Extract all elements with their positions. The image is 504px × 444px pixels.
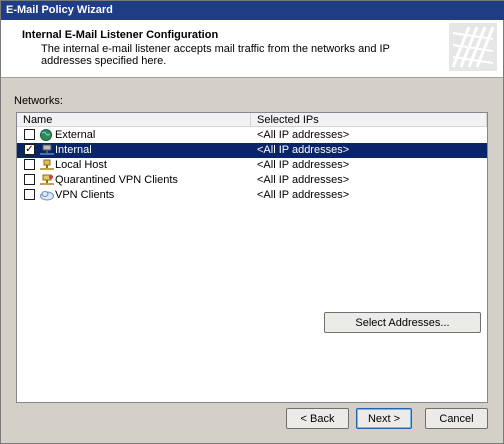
checkbox[interactable] xyxy=(24,129,35,140)
networks-list[interactable]: Name Selected IPs External <All IP addre… xyxy=(16,112,488,403)
wizard-header-graphic-icon xyxy=(449,23,497,71)
wizard-header: Internal E-Mail Listener Configuration T… xyxy=(1,20,503,78)
network-name: Local Host xyxy=(55,159,107,171)
networks-label: Networks: xyxy=(14,95,63,107)
checkbox[interactable] xyxy=(24,189,35,200)
checkbox[interactable] xyxy=(24,174,35,185)
network-selected-ips: <All IP addresses> xyxy=(257,189,350,201)
quarantine-network-icon xyxy=(40,174,54,186)
network-icon xyxy=(40,144,54,156)
network-name: External xyxy=(55,129,96,141)
page-title: Internal E-Mail Listener Configuration xyxy=(22,29,219,41)
back-button[interactable]: < Back xyxy=(286,408,349,429)
select-addresses-button[interactable]: Select Addresses... xyxy=(324,312,481,333)
network-selected-ips: <All IP addresses> xyxy=(257,159,350,171)
network-name: VPN Clients xyxy=(55,189,115,201)
network-selected-ips: <All IP addresses> xyxy=(257,129,350,141)
vpn-cloud-icon xyxy=(40,189,54,201)
window-title: E-Mail Policy Wizard xyxy=(1,1,504,20)
network-name: Internal xyxy=(55,144,92,156)
cancel-button[interactable]: Cancel xyxy=(425,408,488,429)
list-item-external[interactable]: External <All IP addresses> xyxy=(17,128,487,143)
network-selected-ips: <All IP addresses> xyxy=(257,174,350,186)
list-item-local-host[interactable]: Local Host <All IP addresses> xyxy=(17,158,487,173)
checkbox-checked[interactable]: ✓ xyxy=(24,144,35,155)
page-description: The internal e-mail listener accepts mai… xyxy=(41,43,390,67)
list-item-internal[interactable]: ✓ Internal <All IP addresses> xyxy=(17,143,487,158)
column-header-name[interactable]: Name xyxy=(17,113,251,127)
globe-icon xyxy=(40,129,54,141)
next-button[interactable]: Next > xyxy=(356,408,412,429)
network-selected-ips: <All IP addresses> xyxy=(257,144,350,156)
local-host-icon xyxy=(40,159,54,171)
network-name: Quarantined VPN Clients xyxy=(55,174,178,186)
list-item-quarantined-vpn-clients[interactable]: Quarantined VPN Clients <All IP addresse… xyxy=(17,173,487,188)
column-header-selected-ips[interactable]: Selected IPs xyxy=(251,113,487,127)
checkbox[interactable] xyxy=(24,159,35,170)
list-item-vpn-clients[interactable]: VPN Clients <All IP addresses> xyxy=(17,188,487,203)
wizard-window: E-Mail Policy Wizard Internal E-Mail Lis… xyxy=(0,0,504,444)
